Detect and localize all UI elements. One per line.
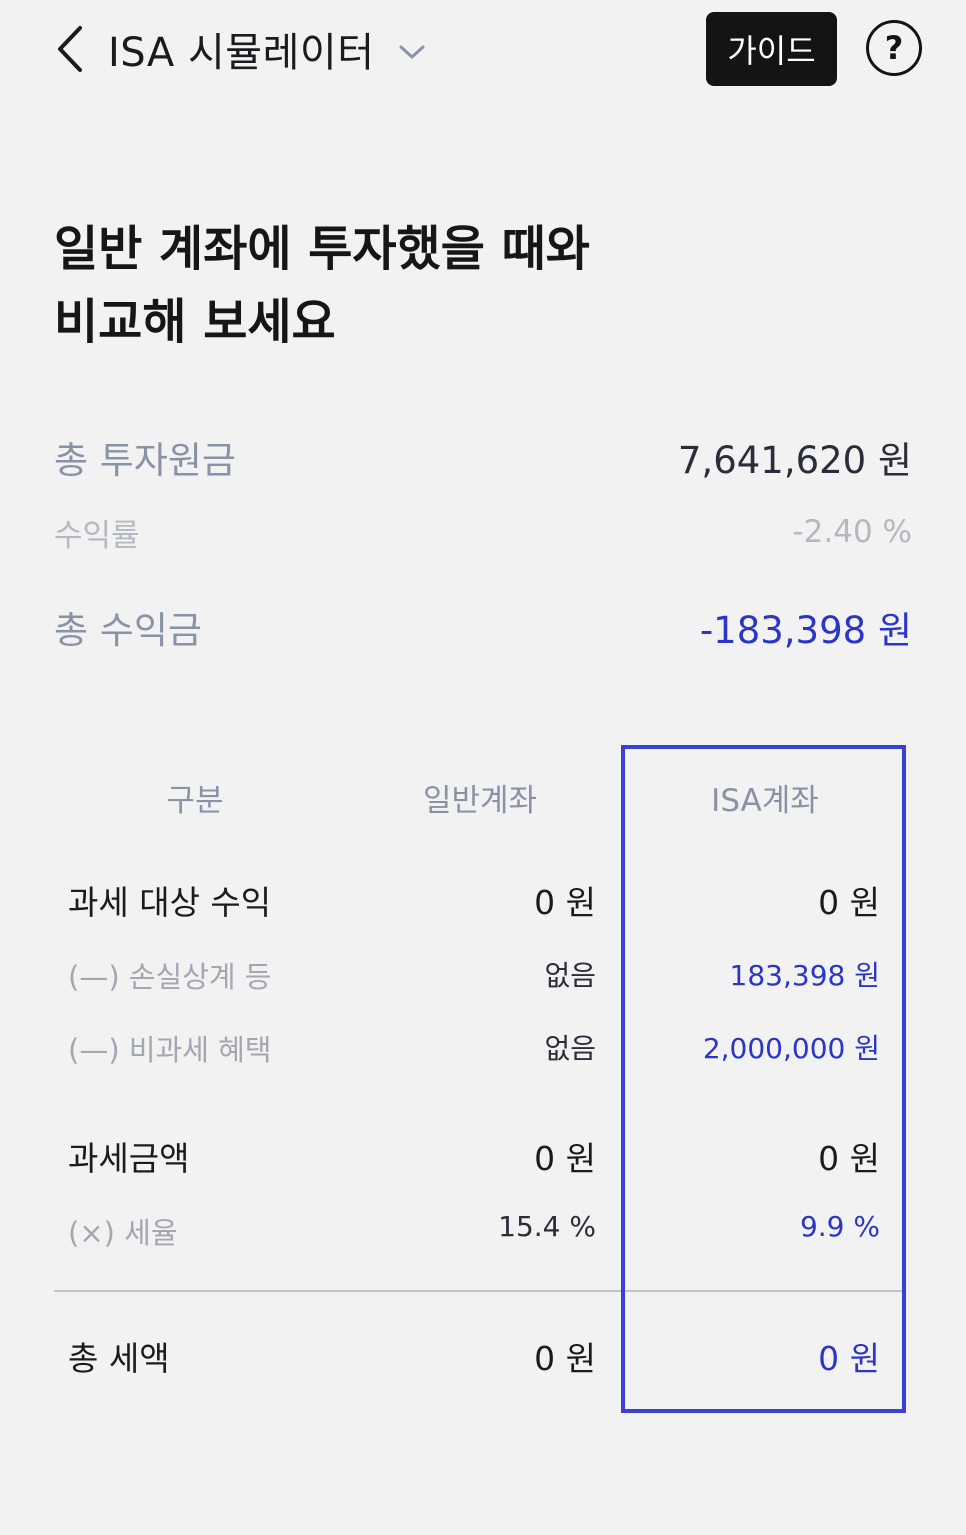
row-label-tax-exempt: (—) 비과세 혜택	[68, 1033, 272, 1067]
title-dropdown[interactable]: ISA 시뮬레이터	[108, 22, 427, 76]
total-profit-label: 총 수익금	[54, 609, 202, 652]
total-profit-value: -183,398 원	[699, 609, 912, 652]
isa-total-tax: 0 원	[818, 1339, 880, 1378]
header-category: 구분	[166, 783, 224, 819]
isa-tax-rate: 9.9 %	[799, 1210, 880, 1243]
row-label-loss-offset: (—) 손실상계 등	[68, 960, 272, 994]
general-total-tax: 0 원	[534, 1339, 596, 1378]
guide-button[interactable]: 가이드	[706, 12, 837, 86]
general-tax-rate: 15.4 %	[498, 1210, 596, 1243]
app-title: ISA 시뮬레이터	[108, 30, 375, 76]
return-rate-label: 수익률	[54, 517, 140, 554]
summary-total-profit-row: 총 수익금 -183,398 원	[54, 600, 912, 654]
page-headline: 일반 계좌에 투자했을 때와 비교해 보세요	[54, 213, 590, 359]
return-rate-value: -2.40 %	[792, 514, 912, 550]
headline-line-1: 일반 계좌에 투자했을 때와	[54, 221, 590, 277]
row-label-total-tax: 총 세액	[68, 1339, 170, 1378]
principal-value: 7,641,620 원	[677, 439, 912, 482]
help-button[interactable]: ?	[866, 20, 922, 76]
summary-return-rate-row: 수익률 -2.40 %	[54, 510, 912, 554]
app-header: ISA 시뮬레이터 가이드 ?	[0, 0, 966, 100]
row-label-taxable-income: 과세 대상 수익	[68, 883, 272, 922]
header-general-account: 일반계좌	[422, 783, 538, 819]
isa-taxable-income: 0 원	[818, 883, 880, 922]
general-tax-exempt: 없음	[544, 1032, 596, 1065]
header-isa-account: ISA계좌	[711, 783, 819, 819]
isa-tax-exempt: 2,000,000 원	[702, 1032, 880, 1065]
table-divider	[54, 1290, 902, 1292]
headline-line-2: 비교해 보세요	[54, 294, 336, 350]
question-circle-icon: ?	[884, 29, 904, 67]
principal-label: 총 투자원금	[54, 439, 236, 482]
general-taxable-amount: 0 원	[534, 1139, 596, 1178]
row-label-taxable-amount: 과세금액	[68, 1139, 190, 1178]
general-loss-offset: 없음	[544, 959, 596, 992]
summary-principal-row: 총 투자원금 7,641,620 원	[54, 430, 912, 484]
chevron-down-icon	[399, 45, 425, 59]
isa-taxable-amount: 0 원	[818, 1139, 880, 1178]
row-label-tax-rate: (×) 세율	[68, 1216, 178, 1250]
isa-column-highlight	[621, 745, 906, 1413]
chevron-left-icon	[58, 26, 82, 72]
isa-loss-offset: 183,398 원	[729, 959, 880, 992]
general-taxable-income: 0 원	[534, 883, 596, 922]
back-button[interactable]	[50, 22, 90, 76]
